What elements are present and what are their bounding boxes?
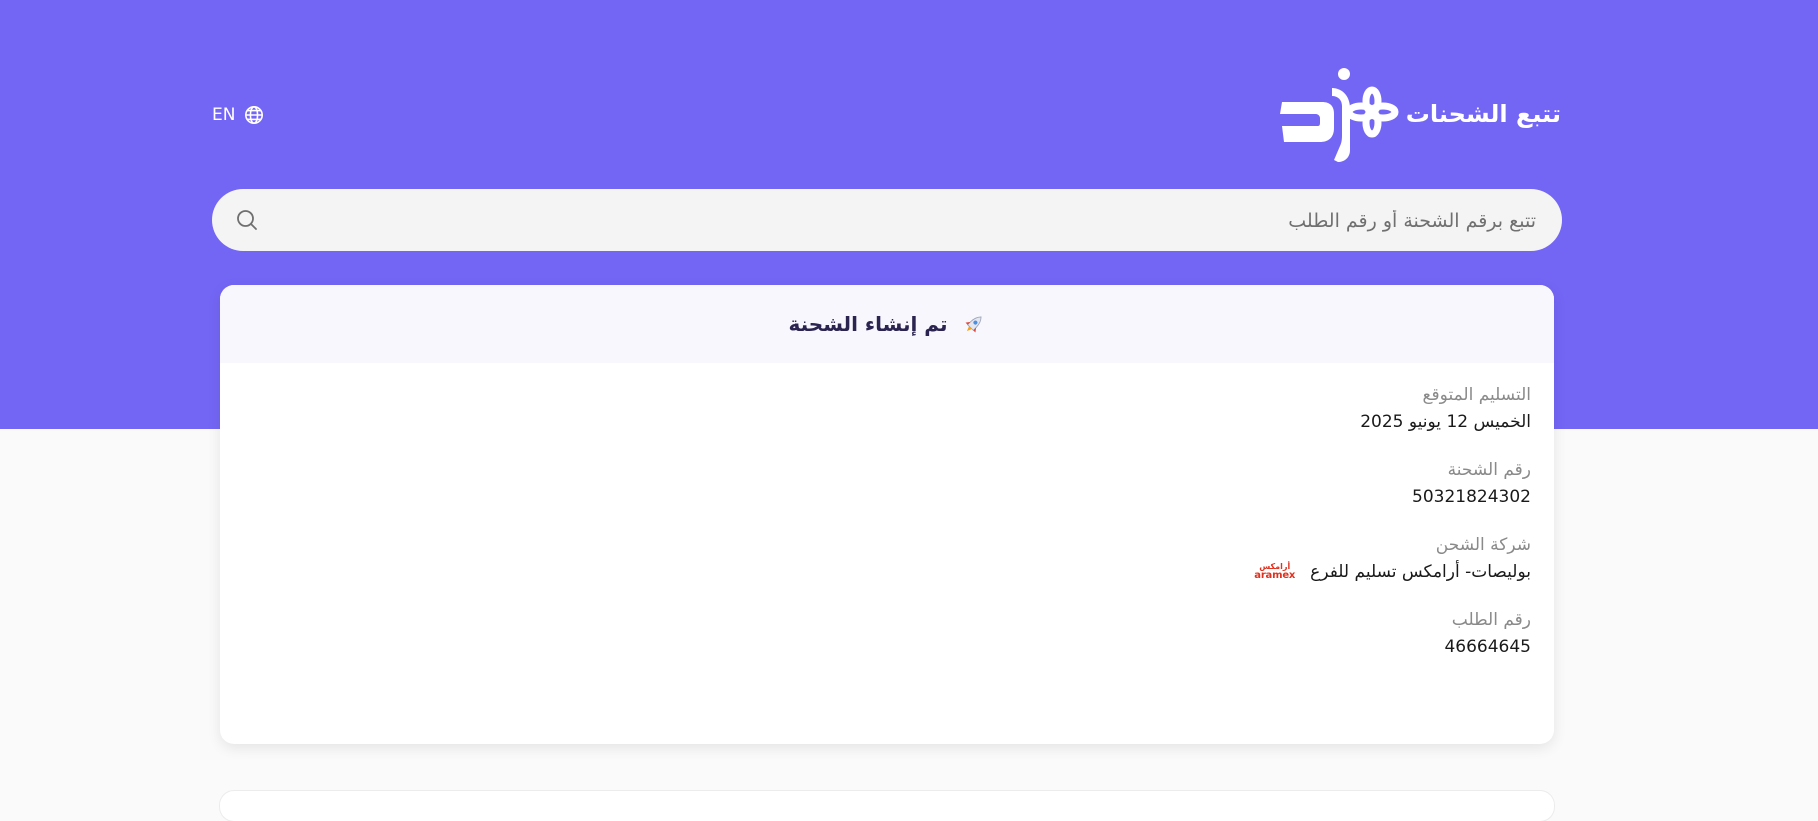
next-card	[220, 791, 1554, 821]
brand-title: تتبع الشحنات	[1405, 100, 1561, 128]
search-input[interactable]	[294, 189, 1538, 253]
shipment-number-value: 50321824302	[1412, 487, 1531, 507]
shipment-status-title: تم إنشاء الشحنة	[788, 312, 948, 336]
language-switch[interactable]: EN	[212, 101, 264, 129]
carrier-value: بوليصات- أرامكس تسليم للفرع	[1310, 562, 1531, 582]
carrier-field: شركة الشحن بوليصات- أرامكس تسليم للفرع أ…	[243, 533, 1531, 585]
zid-logo-icon	[1279, 68, 1399, 162]
expected-delivery-field: التسليم المتوقع الخميس 12 يونيو 2025	[243, 383, 1531, 435]
aramex-logo: أرامكس aramex	[1254, 563, 1295, 581]
search-bar	[212, 189, 1562, 253]
carrier-label: شركة الشحن	[1435, 535, 1531, 555]
carrier-row: بوليصات- أرامكس تسليم للفرع أرامكس arame…	[243, 559, 1531, 585]
order-number-value: 46664645	[1444, 637, 1531, 657]
shipment-number-field: رقم الشحنة 50321824302	[243, 458, 1531, 510]
shipment-details: التسليم المتوقع الخميس 12 يونيو 2025 رقم…	[220, 363, 1554, 660]
shipment-status-header: تم إنشاء الشحنة	[220, 285, 1554, 363]
globe-icon	[245, 106, 264, 124]
expected-delivery-label: التسليم المتوقع	[1422, 385, 1532, 405]
aramex-logo-english: aramex	[1254, 570, 1296, 581]
brand[interactable]: تتبع الشحنات	[1278, 66, 1561, 162]
language-label: EN	[212, 105, 236, 125]
shipment-card: تم إنشاء الشحنة التسليم المتوقع الخميس 1…	[220, 285, 1554, 744]
search-icon[interactable]	[235, 208, 259, 232]
rocket-icon	[965, 316, 981, 333]
order-number-label: رقم الطلب	[1451, 610, 1531, 630]
shipment-number-label: رقم الشحنة	[1447, 460, 1531, 480]
expected-delivery-value: الخميس 12 يونيو 2025	[1360, 412, 1531, 432]
order-number-field: رقم الطلب 46664645	[243, 608, 1531, 660]
